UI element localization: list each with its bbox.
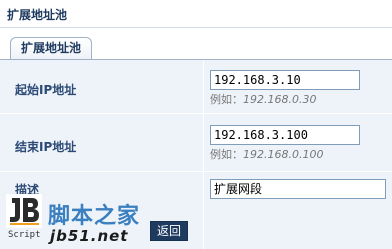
end-ip-hint-example: 192.168.0.100 [243, 148, 324, 161]
start-ip-hint-example: 192.168.0.30 [243, 93, 317, 106]
watermark-cn-text: 脚本之家 [48, 204, 141, 229]
start-ip-hint-prefix: 例如： [210, 93, 243, 106]
column-divider [203, 60, 204, 249]
watermark-logo-icon: JB [6, 194, 42, 228]
start-ip-input[interactable] [210, 70, 360, 90]
end-ip-hint-prefix: 例如： [210, 148, 243, 161]
expand-address-pool-page: 扩展地址池 扩展地址池 起始IP地址 例如：192.168.0.30 结束IP地… [0, 0, 392, 249]
tab-expand-address-pool[interactable]: 扩展地址池 [10, 37, 93, 59]
start-ip-hint: 例如：192.168.0.30 [210, 91, 316, 107]
row-divider [0, 113, 392, 114]
end-ip-hint: 例如：192.168.0.100 [210, 146, 323, 162]
description-input[interactable] [210, 179, 386, 199]
row-divider [0, 171, 392, 172]
title-divider [0, 27, 392, 28]
back-button[interactable]: 返回 [150, 221, 188, 241]
end-ip-label: 结束IP地址 [15, 140, 77, 154]
start-ip-label: 起始IP地址 [15, 83, 77, 97]
page-title: 扩展地址池 [7, 8, 68, 22]
watermark-script-text: Script [8, 230, 41, 240]
watermark-domain: jb51.net [50, 227, 129, 245]
end-ip-input[interactable] [210, 125, 360, 145]
site-watermark: JB Script 脚本之家 jb51.net [0, 190, 150, 249]
tab-strip: 扩展地址池 [0, 37, 392, 60]
